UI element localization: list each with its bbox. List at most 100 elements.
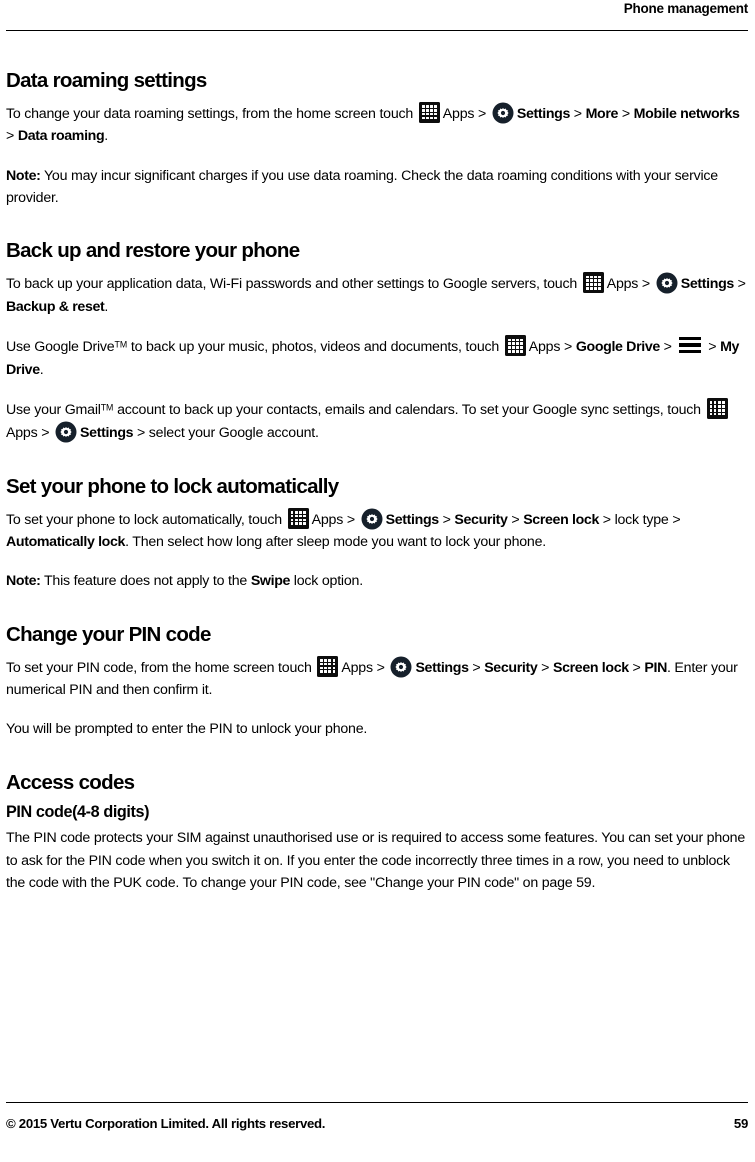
body-text: You will be prompted to enter the PIN to… [6, 721, 368, 738]
body-text: Apps [311, 511, 344, 528]
emphasis-term: Settings [680, 276, 735, 293]
paragraph-pin-code-description: The PIN code protects your SIM against u… [6, 827, 748, 894]
body-text: . [104, 298, 109, 315]
document-content: Data roaming settings To change your data… [6, 70, 748, 904]
body-text: to back up your music, photos, videos an… [127, 339, 503, 356]
hamburger-menu-icon [678, 337, 701, 354]
apps-grid-icon [287, 507, 309, 529]
path-separator: > [372, 659, 389, 676]
paragraph-pin-code-prompt: You will be prompted to enter the PIN to… [6, 718, 748, 740]
paragraph-data-roaming-path: To change your data roaming settings, fr… [6, 101, 748, 148]
section-heading-change-your-pin-code: Change your PIN code [6, 622, 211, 646]
path-separator: > [733, 276, 746, 293]
section-heading-access-codes: Access codes [6, 770, 135, 794]
settings-gear-icon [361, 508, 383, 530]
emphasis-term: Settings [80, 425, 134, 442]
path-separator: > [599, 511, 615, 528]
emphasis-term: Settings [415, 659, 469, 676]
path-separator: > [537, 659, 553, 676]
section-subheading-access-codes: PIN code(4-8 digits) [6, 802, 150, 821]
page-header: Phone management [6, 0, 748, 34]
header-divider [6, 30, 748, 31]
apps-grid-icon [504, 335, 526, 357]
path-separator: > [133, 425, 149, 442]
section-heading-set-your-phone-to-lock-automatically: Set your phone to lock automatically [6, 474, 339, 498]
header-title: Phone management [623, 1, 749, 16]
apps-grid-icon [418, 101, 440, 123]
path-separator: > [474, 105, 490, 122]
page-footer: © 2015 Vertu Corporation Limited. All ri… [6, 1102, 748, 1148]
settings-gear-icon [55, 421, 77, 443]
paragraph-auto-lock-path: To set your phone to lock automatically,… [6, 507, 748, 554]
copyright-notice: © 2015 Vertu Corporation Limited. All ri… [6, 1116, 326, 1131]
body-text: This feature does not apply to the [40, 573, 251, 590]
body-text: lock type [614, 511, 669, 528]
path-separator: > [560, 339, 576, 356]
path-separator: > [438, 511, 455, 528]
body-text: . [39, 361, 44, 378]
body-text: To back up your application data, Wi-Fi … [6, 276, 581, 293]
emphasis-term: Settings [385, 511, 440, 528]
body-text: Apps [442, 105, 475, 122]
path-separator: > [37, 425, 54, 442]
emphasis-term: Google Drive [575, 339, 660, 356]
emphasis-term: Note: [6, 167, 41, 184]
path-separator: > [628, 659, 645, 676]
emphasis-term: More [585, 105, 619, 122]
body-text: To change your data roaming settings, fr… [6, 105, 417, 122]
body-text: Apps [341, 659, 373, 676]
body-text: Apps [6, 425, 38, 442]
document-page: Phone management Data roaming settings To… [0, 0, 755, 1162]
path-separator: > [570, 105, 586, 122]
emphasis-term: Data roaming [17, 128, 105, 145]
body-text: lock option. [290, 573, 363, 590]
apps-grid-icon [582, 272, 604, 294]
body-text: To set your PIN code, from the home scre… [6, 659, 316, 676]
emphasis-term: Screen lock [552, 659, 629, 676]
path-separator: > [638, 276, 654, 293]
emphasis-term: Note: [6, 573, 41, 590]
paragraph-backup-gmail-sync: Use your GmailTM account to back up your… [6, 397, 748, 445]
body-text: account to back up your contacts, emails… [113, 401, 705, 418]
body-text: Apps [606, 276, 639, 293]
path-separator: > [507, 511, 524, 528]
emphasis-term: Security [484, 659, 538, 676]
settings-gear-icon [390, 656, 412, 678]
path-separator: > [6, 128, 18, 145]
body-text: . [104, 128, 109, 145]
path-separator: > [618, 105, 634, 122]
apps-grid-icon [706, 397, 728, 419]
body-text: To set your phone to lock automatically,… [6, 511, 286, 528]
path-separator: > [659, 339, 676, 356]
body-text: You may incur significant charges if you… [6, 167, 718, 207]
path-separator: > [468, 659, 485, 676]
settings-gear-icon [492, 102, 514, 124]
emphasis-term: Backup & reset [6, 298, 105, 315]
paragraph-pin-code-path: To set your PIN code, from the home scre… [6, 655, 748, 702]
path-separator: > [668, 511, 681, 528]
paragraph-data-roaming-note: Note: You may incur significant charges … [6, 165, 748, 210]
emphasis-term: Security [454, 511, 508, 528]
trademark-symbol: TM [114, 339, 128, 350]
emphasis-term: Mobile networks [633, 105, 740, 122]
body-text: select your Google account. [148, 425, 319, 442]
body-text: The PIN code protects your SIM against u… [6, 830, 746, 892]
settings-gear-icon [656, 272, 678, 294]
section-heading-back-up-and-restore-your-phone: Back up and restore your phone [6, 239, 300, 263]
body-text: Apps [528, 339, 561, 356]
paragraph-auto-lock-note: Note: This feature does not apply to the… [6, 570, 748, 592]
emphasis-term: Swipe [250, 573, 291, 590]
apps-grid-icon [317, 655, 339, 677]
emphasis-term: Settings [516, 105, 571, 122]
trademark-symbol: TM [100, 402, 114, 413]
paragraph-backup-google-drive: Use Google DriveTM to back up your music… [6, 335, 748, 381]
body-text: . Then select how long after sleep mode … [125, 533, 546, 550]
